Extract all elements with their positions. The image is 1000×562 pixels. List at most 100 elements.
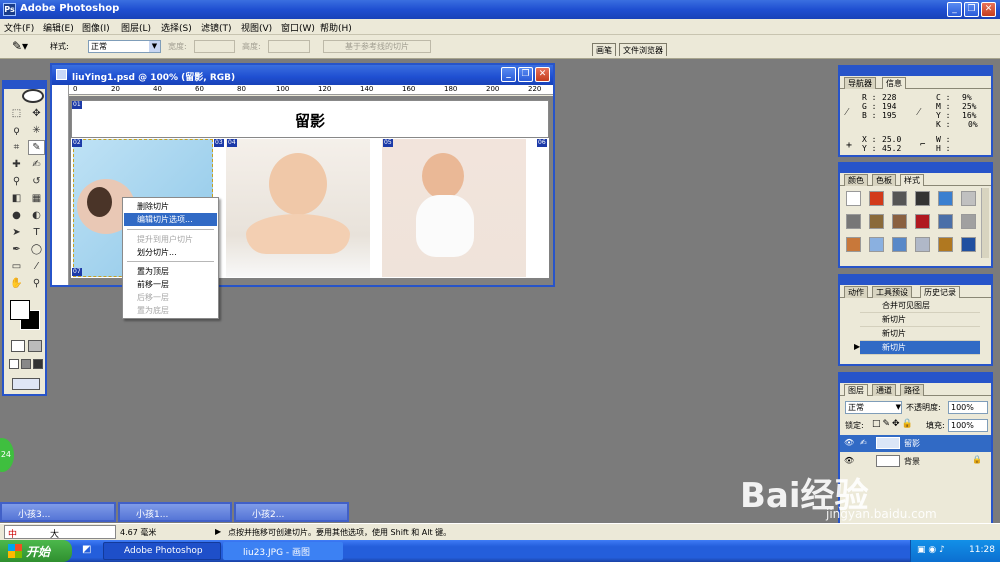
type-tool-icon[interactable]: T (28, 225, 45, 240)
document-close-button[interactable]: ✕ (535, 67, 550, 82)
hand-tool-icon[interactable]: ✋ (8, 276, 25, 291)
style-swatch[interactable] (869, 237, 884, 252)
pen-tool-icon[interactable]: ✒ (8, 242, 25, 257)
gradient-tool-icon[interactable]: ▦ (28, 191, 45, 206)
document-minimize-button[interactable]: _ (501, 67, 516, 82)
menu-edit[interactable]: 编辑(E) (43, 21, 74, 34)
foreground-color-swatch-front[interactable] (10, 300, 30, 320)
menu-select[interactable]: 选择(S) (161, 21, 192, 34)
style-swatch[interactable] (938, 191, 953, 206)
blur-tool-icon[interactable]: ● (8, 208, 25, 223)
menu-item-edit-slice-options[interactable]: 编辑切片选项... (124, 213, 217, 226)
style-swatch[interactable] (961, 191, 976, 206)
slice-tool-icon[interactable]: ✎▾ (12, 39, 28, 53)
move-tool-icon[interactable]: ✥ (28, 106, 45, 121)
styles-scrollbar[interactable] (981, 188, 989, 258)
tab-paths[interactable]: 路径 (900, 384, 924, 396)
layer-row-selected[interactable]: 👁 ✍ 留影 (840, 435, 991, 452)
tab-actions[interactable]: 动作 (844, 286, 868, 298)
tray-icons[interactable]: ▣ ◉ ♪ (917, 545, 945, 555)
style-swatch[interactable] (961, 214, 976, 229)
opacity-input[interactable]: 100% (948, 401, 988, 414)
dodge-tool-icon[interactable]: ◐ (28, 208, 45, 223)
menu-item-send-backward[interactable]: 后移一层 (124, 291, 217, 304)
style-swatch[interactable] (892, 214, 907, 229)
width-input[interactable] (194, 40, 235, 53)
menu-item-send-to-back[interactable]: 置为底层 (124, 304, 217, 317)
jump-to-imageready-icon[interactable] (12, 378, 40, 390)
panel-header[interactable] (840, 164, 991, 173)
ime-width[interactable]: 大 (50, 527, 59, 540)
menu-view[interactable]: 视图(V) (241, 21, 272, 34)
eyedropper-tool-icon[interactable]: ⁄ (28, 259, 45, 274)
style-swatch[interactable] (938, 237, 953, 252)
baby-photo-3[interactable] (382, 139, 526, 277)
screen-mode-standard-icon[interactable] (9, 359, 19, 369)
menu-file[interactable]: 文件(F) (4, 21, 34, 34)
lasso-tool-icon[interactable]: ϙ (8, 123, 25, 138)
minimized-doc-2[interactable]: 小孩1... (118, 502, 232, 522)
document-restore-button[interactable]: ❐ (518, 67, 533, 82)
style-swatch[interactable] (846, 237, 861, 252)
style-swatch[interactable] (846, 191, 861, 206)
close-button[interactable]: ✕ (981, 2, 996, 17)
style-swatch[interactable] (915, 191, 930, 206)
menu-item-divide-slice[interactable]: 划分切片... (124, 246, 217, 259)
fill-input[interactable]: 100% (948, 419, 988, 432)
quicklaunch-icon[interactable]: ◩ (82, 544, 91, 555)
tab-color[interactable]: 颜色 (844, 174, 868, 186)
notes-tool-icon[interactable]: ▭ (8, 259, 25, 274)
taskbar-item-paint[interactable]: liu23.JPG - 画图 (223, 542, 343, 560)
tab-tool-presets[interactable]: 工具预设 (872, 286, 912, 298)
style-swatch[interactable] (846, 214, 861, 229)
floating-badge[interactable]: 24 (0, 438, 14, 472)
panel-header[interactable] (840, 276, 991, 285)
lock-icons[interactable]: □✎✥🔒 (872, 419, 915, 429)
history-item-merge-visible[interactable]: 合并可见图层 (860, 299, 980, 313)
menu-help[interactable]: 帮助(H) (320, 21, 352, 34)
tab-styles[interactable]: 样式 (900, 174, 924, 186)
path-selection-tool-icon[interactable]: ➤ (8, 225, 25, 240)
style-swatch[interactable] (938, 214, 953, 229)
tab-navigator[interactable]: 导航器 (844, 77, 876, 89)
style-swatch[interactable] (892, 191, 907, 206)
slice-tool-icon[interactable]: ✎ (28, 140, 45, 155)
screen-mode-full-icon[interactable] (33, 359, 43, 369)
palette-well-tab-file-browser[interactable]: 文件浏览器 (619, 43, 667, 56)
style-swatch[interactable] (915, 214, 930, 229)
eye-icon[interactable]: 👁 (844, 438, 854, 447)
menu-item-bring-to-front[interactable]: 置为顶层 (124, 265, 217, 278)
ime-mode[interactable]: 中 (8, 527, 17, 540)
menu-filter[interactable]: 滤镜(T) (201, 21, 232, 34)
history-brush-tool-icon[interactable]: ↺ (28, 174, 45, 189)
adobe-online-icon[interactable] (22, 89, 44, 103)
screen-mode-full-menu-icon[interactable] (21, 359, 31, 369)
menu-image[interactable]: 图像(I) (82, 21, 110, 34)
style-swatch[interactable] (961, 237, 976, 252)
menu-item-bring-forward[interactable]: 前移一层 (124, 278, 217, 291)
brush-tool-icon[interactable]: ✍ (28, 157, 45, 172)
minimize-button[interactable]: _ (947, 2, 962, 17)
quick-mask-icon[interactable] (28, 340, 42, 352)
zoom-tool-icon[interactable]: ⚲ (28, 276, 45, 291)
history-item-new-slice-current[interactable]: 新切片 (860, 341, 980, 355)
start-button[interactable]: 开始 (0, 540, 72, 562)
taskbar-item-photoshop[interactable]: Adobe Photoshop (103, 542, 221, 560)
menu-window[interactable]: 窗口(W) (281, 21, 315, 34)
style-swatch[interactable] (892, 237, 907, 252)
slices-from-guides-button[interactable]: 基于参考线的切片 (323, 40, 431, 53)
palette-well-tab-brushes[interactable]: 画笔 (592, 43, 616, 56)
panel-header[interactable] (840, 374, 991, 383)
crop-tool-icon[interactable]: ⌗ (8, 140, 25, 155)
height-input[interactable] (268, 40, 310, 53)
restore-button[interactable]: ❐ (964, 2, 979, 17)
tab-swatches[interactable]: 色板 (872, 174, 896, 186)
style-swatch[interactable] (915, 237, 930, 252)
blend-mode-select[interactable]: 正常 ▼ (845, 401, 902, 414)
tab-history[interactable]: 历史记录 (920, 286, 960, 298)
menu-layer[interactable]: 图层(L) (121, 21, 151, 34)
history-item-new-slice[interactable]: 新切片 (860, 313, 980, 327)
ime-toolbar[interactable]: 中 大 (4, 525, 116, 540)
panel-header[interactable] (840, 67, 991, 76)
menu-item-promote-to-user-slice[interactable]: 提升到用户切片 (124, 233, 217, 246)
